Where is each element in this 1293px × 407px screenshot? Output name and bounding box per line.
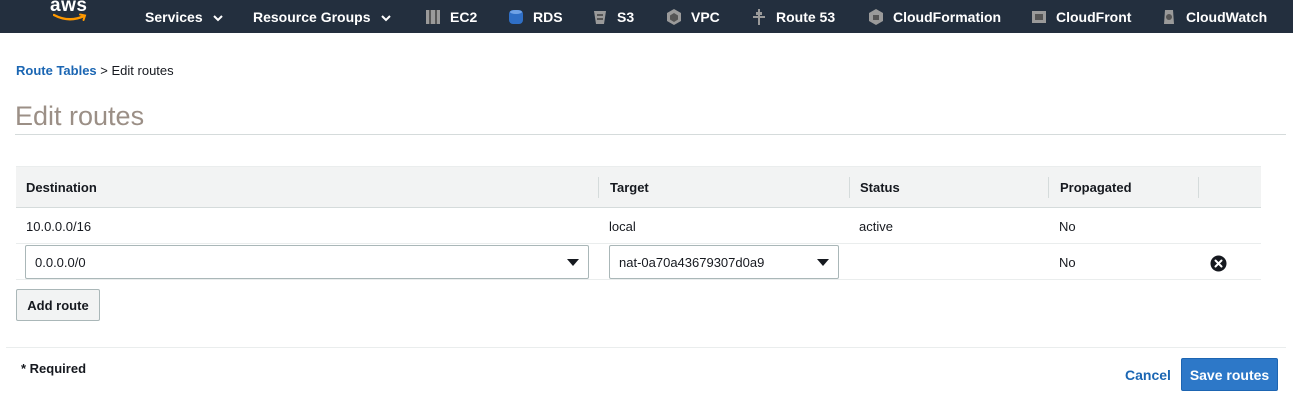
- route53-icon: [751, 8, 767, 26]
- breadcrumb-separator: >: [96, 63, 112, 78]
- route-propagated: No: [1059, 254, 1076, 270]
- caret-down-icon: [817, 259, 829, 266]
- shortcut-label: CloudWatch: [1186, 8, 1268, 25]
- table-header: Destination Target Status Propagated: [16, 166, 1261, 208]
- breadcrumb-route-tables-link[interactable]: Route Tables: [16, 63, 97, 78]
- shortcut-label: CloudFront: [1056, 8, 1132, 25]
- destination-select[interactable]: 0.0.0.0/0: [25, 245, 589, 279]
- shortcut-cloudwatch[interactable]: CloudWatch: [1161, 0, 1267, 33]
- target-value: nat-0a70a43679307d0a9: [619, 254, 765, 270]
- shortcut-label: VPC: [691, 8, 720, 25]
- services-label: Services: [145, 8, 203, 25]
- table-row: 10.0.0.0/16 local active No: [16, 208, 1261, 244]
- save-routes-button[interactable]: Save routes: [1181, 358, 1278, 391]
- shortcut-ec2[interactable]: EC2: [425, 0, 477, 33]
- resource-groups-menu[interactable]: Resource Groups: [253, 0, 392, 33]
- resource-groups-label: Resource Groups: [253, 8, 371, 25]
- route-status: active: [859, 218, 893, 234]
- aws-smile-icon: [53, 13, 87, 21]
- cloudwatch-icon: [1161, 8, 1177, 26]
- services-menu[interactable]: Services: [145, 0, 223, 33]
- target-select[interactable]: nat-0a70a43679307d0a9: [609, 245, 839, 279]
- column-header-target: Target: [610, 180, 649, 195]
- cancel-button[interactable]: Cancel: [1125, 367, 1171, 383]
- column-header-propagated: Propagated: [1060, 180, 1132, 195]
- shortcut-cloudfront[interactable]: CloudFront: [1031, 0, 1131, 33]
- shortcut-vpc[interactable]: VPC: [666, 0, 720, 33]
- column-divider: [1048, 177, 1049, 198]
- breadcrumb-current: Edit routes: [111, 63, 174, 78]
- shortcut-label: CloudFormation: [893, 8, 1002, 25]
- shortcut-label: S3: [617, 8, 635, 25]
- shortcut-rds[interactable]: RDS: [508, 0, 563, 33]
- rds-icon: [508, 8, 524, 26]
- shortcut-label: EC2: [450, 8, 478, 25]
- add-route-button[interactable]: Add route: [16, 289, 100, 321]
- breadcrumb: Route Tables > Edit routes: [16, 63, 174, 78]
- column-header-status: Status: [860, 180, 900, 195]
- remove-route-icon[interactable]: [1210, 255, 1227, 272]
- aws-logo[interactable]: aws: [50, 0, 92, 28]
- shortcut-route53[interactable]: Route 53: [751, 0, 835, 33]
- column-divider: [849, 177, 850, 198]
- shortcut-s3[interactable]: S3: [592, 0, 634, 33]
- route-target: local: [609, 218, 636, 234]
- route-propagated: No: [1059, 218, 1076, 234]
- chevron-down-icon: [212, 9, 223, 25]
- required-note: * Required: [21, 361, 87, 376]
- column-divider: [598, 177, 599, 198]
- caret-down-icon: [567, 259, 579, 266]
- footer-divider: [6, 347, 1286, 348]
- top-navigation-bar: aws Services Resource Groups EC2 RDS S3 …: [0, 0, 1293, 33]
- page-title: Edit routes: [15, 101, 145, 131]
- ec2-icon: [425, 8, 441, 26]
- cloudfront-icon: [1031, 8, 1047, 26]
- vpc-icon: [666, 8, 682, 26]
- shortcut-cloudformation[interactable]: CloudFormation: [868, 0, 1001, 33]
- s3-icon: [592, 8, 608, 26]
- routes-table: Destination Target Status Propagated 10.…: [16, 166, 1261, 280]
- column-header-destination: Destination: [26, 180, 97, 195]
- destination-value: 0.0.0.0/0: [35, 254, 86, 270]
- title-divider: [15, 134, 1286, 135]
- shortcut-label: Route 53: [776, 8, 836, 25]
- shortcut-label: RDS: [533, 8, 563, 25]
- table-row: 0.0.0.0/0 nat-0a70a43679307d0a9 No: [16, 244, 1261, 280]
- column-divider: [1198, 177, 1199, 198]
- cloudformation-icon: [868, 8, 884, 26]
- chevron-down-icon: [381, 9, 392, 25]
- route-destination: 10.0.0.0/16: [26, 218, 92, 234]
